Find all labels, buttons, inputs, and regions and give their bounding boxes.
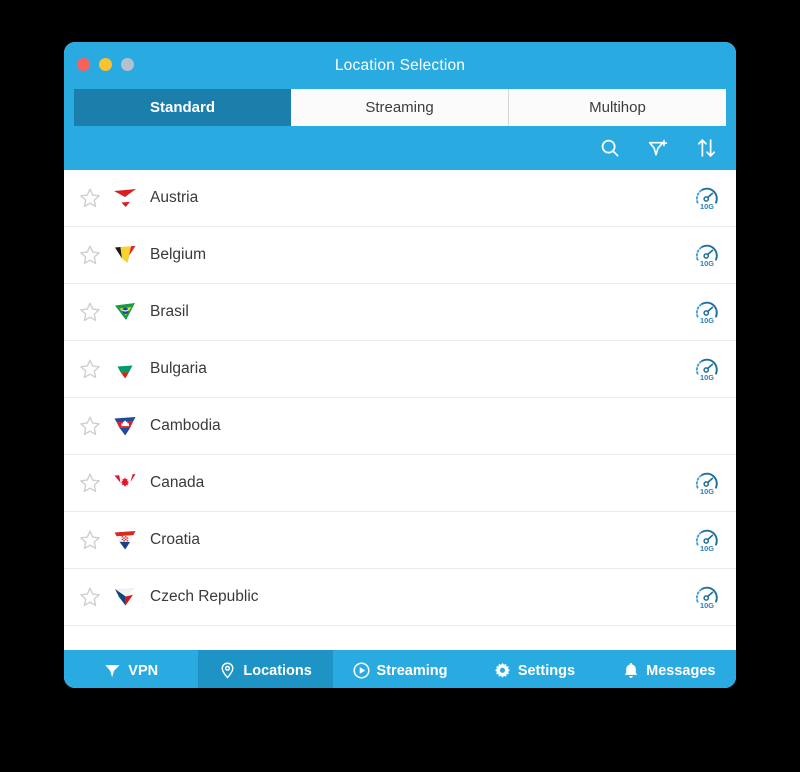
nav-item-settings[interactable]: Settings (467, 650, 601, 688)
list-item[interactable]: Croatia 10G (64, 512, 736, 569)
list-item[interactable]: Austria 10G (64, 170, 736, 227)
speed-badge-label: 10G (700, 202, 714, 211)
country-name: Brasil (150, 303, 189, 320)
play-circle-icon (353, 662, 370, 679)
list-item[interactable]: Czech Republic 10G (64, 569, 736, 626)
country-name: Bulgaria (150, 360, 207, 377)
window-title: Location Selection (334, 57, 466, 74)
speed-badge-10g: 10G (692, 354, 722, 384)
country-name: Austria (150, 189, 199, 206)
favorite-star-icon[interactable] (78, 243, 102, 267)
favorite-star-icon[interactable] (78, 471, 102, 495)
nav-item-streaming[interactable]: Streaming (333, 650, 467, 688)
country-name: Czech Republic (150, 588, 259, 605)
window-titlebar: Location Selection (64, 42, 736, 89)
location-list[interactable]: Austria 10G Belgium 10G Brasil 10G Bulga… (64, 170, 736, 650)
favorite-star-icon[interactable] (78, 186, 102, 210)
austria-flag (111, 184, 139, 212)
nav-item-label: Messages (646, 662, 716, 679)
nav-item-label: VPN (128, 662, 159, 679)
country-name: Cambodia (150, 417, 221, 434)
favorite-star-icon[interactable] (78, 528, 102, 552)
speed-badge-label: 10G (700, 544, 714, 553)
speed-badge-10g: 10G (692, 240, 722, 270)
add-filter-icon[interactable] (646, 136, 670, 160)
favorite-star-icon[interactable] (78, 585, 102, 609)
mode-tabs: Standard Streaming Multihop (64, 89, 736, 126)
list-toolbar (64, 126, 736, 170)
favorite-star-icon[interactable] (78, 414, 102, 438)
country-name: Belgium (150, 246, 206, 263)
favorite-star-icon[interactable] (78, 300, 102, 324)
desktop-backdrop: Location Selection Standard Streaming Mu… (0, 0, 800, 772)
speed-badge-10g: 10G (692, 297, 722, 327)
speed-badge-10g: 10G (692, 582, 722, 612)
list-item[interactable]: Bulgaria 10G (64, 341, 736, 398)
tab-streaming[interactable]: Streaming (291, 89, 509, 126)
map-pin-icon (219, 662, 236, 679)
speed-badge-10g: 10G (692, 468, 722, 498)
list-item[interactable]: Cambodia (64, 398, 736, 455)
vpn-funnel-icon (104, 662, 121, 679)
tab-multihop[interactable]: Multihop (509, 89, 726, 126)
brasil-flag (111, 298, 139, 326)
list-item[interactable]: Canada 10G (64, 455, 736, 512)
nav-item-messages[interactable]: Messages (602, 650, 736, 688)
bottom-navigation: VPN Locations Streaming Settings Message… (64, 650, 736, 688)
belgium-flag (111, 241, 139, 269)
bulgaria-flag (111, 355, 139, 383)
list-item[interactable]: Belgium 10G (64, 227, 736, 284)
gear-icon (494, 662, 511, 679)
bell-icon (622, 662, 639, 679)
sort-icon[interactable] (694, 136, 718, 160)
speed-badge-label: 10G (700, 316, 714, 325)
speed-badge-label: 10G (700, 601, 714, 610)
tab-standard[interactable]: Standard (74, 89, 291, 126)
nav-item-label: Locations (243, 662, 312, 679)
speed-badge-label: 10G (700, 373, 714, 382)
czech-republic-flag (111, 583, 139, 611)
speed-badge-label: 10G (700, 259, 714, 268)
canada-flag (111, 469, 139, 497)
country-name: Canada (150, 474, 205, 491)
favorite-star-icon[interactable] (78, 357, 102, 381)
speed-badge-label: 10G (700, 487, 714, 496)
nav-item-locations[interactable]: Locations (198, 650, 333, 688)
croatia-flag (111, 526, 139, 554)
search-icon[interactable] (598, 136, 622, 160)
nav-item-label: Settings (517, 662, 576, 679)
nav-item-label: Streaming (376, 662, 448, 679)
app-window: Location Selection Standard Streaming Mu… (64, 42, 736, 688)
nav-item-vpn[interactable]: VPN (64, 650, 198, 688)
speed-badge-10g: 10G (692, 183, 722, 213)
country-name: Croatia (150, 531, 200, 548)
cambodia-flag (111, 412, 139, 440)
list-item[interactable]: Brasil 10G (64, 284, 736, 341)
speed-badge-10g: 10G (692, 525, 722, 555)
